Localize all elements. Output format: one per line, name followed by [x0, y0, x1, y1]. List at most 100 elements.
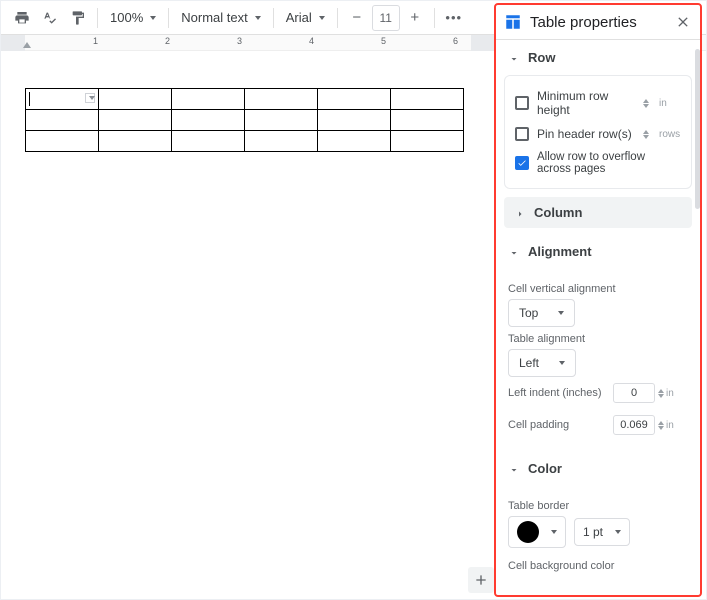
table-align-label: Table alignment: [508, 333, 688, 345]
section-color-header[interactable]: Color: [496, 451, 700, 486]
section-row-body: Minimum row height in Pin header row(s) …: [504, 75, 692, 189]
section-color-title: Color: [528, 461, 562, 476]
section-column-title: Column: [534, 205, 582, 220]
table-cell[interactable]: [99, 110, 172, 131]
panel-scrollbar[interactable]: [695, 49, 700, 209]
table-cell[interactable]: [26, 110, 99, 131]
left-indent-label: Left indent (inches): [508, 387, 602, 399]
left-indent-input[interactable]: [613, 383, 655, 403]
zoom-dropdown[interactable]: 100%: [104, 5, 162, 31]
min-row-height-checkbox[interactable]: [515, 96, 529, 110]
font-size-decrease[interactable]: −: [344, 5, 370, 31]
document-table[interactable]: [25, 88, 464, 152]
cell-valign-label: Cell vertical alignment: [508, 283, 688, 295]
pin-header-label: Pin header row(s): [537, 127, 632, 141]
table-cell[interactable]: [172, 110, 245, 131]
indent-marker[interactable]: [23, 42, 31, 48]
font-size-value[interactable]: 11: [372, 5, 400, 31]
table-row[interactable]: [26, 89, 464, 110]
table-row[interactable]: [26, 110, 464, 131]
chevron-right-icon: [514, 208, 524, 218]
table-align-select[interactable]: Left: [508, 349, 576, 377]
section-row-header[interactable]: Row: [496, 40, 700, 75]
left-indent-row: Left indent (inches) in: [508, 377, 688, 409]
chevron-down-icon: [508, 53, 518, 63]
pin-header-row: Pin header row(s) rows: [515, 122, 681, 146]
min-row-height-unit: in: [659, 98, 681, 109]
cell-menu-icon[interactable]: [85, 93, 95, 103]
cell-valign-value: Top: [519, 306, 538, 320]
pin-header-unit: rows: [659, 129, 681, 140]
cell-padding-row: Cell padding in: [508, 409, 688, 441]
table-cell[interactable]: [99, 89, 172, 110]
close-icon[interactable]: [674, 13, 692, 31]
paragraph-style-value: Normal text: [181, 10, 247, 25]
panel-title: Table properties: [530, 14, 637, 31]
print-icon[interactable]: [9, 5, 35, 31]
table-cell[interactable]: [318, 89, 391, 110]
overflow-row: Allow row to overflow across pages: [515, 146, 681, 180]
font-size-increase[interactable]: +: [402, 5, 428, 31]
font-family-value: Arial: [286, 10, 312, 25]
table-cell[interactable]: [99, 131, 172, 152]
table-cell[interactable]: [26, 131, 99, 152]
table-cell[interactable]: [245, 131, 318, 152]
zoom-value: 100%: [110, 10, 143, 25]
border-color-swatch: [517, 521, 539, 543]
table-cell[interactable]: [172, 89, 245, 110]
chevron-down-icon: [508, 247, 518, 257]
border-width-select[interactable]: 1 pt: [574, 518, 630, 546]
cell-valign-select[interactable]: Top: [508, 299, 575, 327]
cell-padding-input[interactable]: [613, 415, 655, 435]
pin-header-stepper[interactable]: [643, 130, 649, 139]
table-row[interactable]: [26, 131, 464, 152]
table-properties-panel: Table properties Row Minimum row height …: [496, 5, 700, 595]
ruler-num: 4: [309, 36, 314, 46]
text-cursor: [29, 92, 30, 106]
cell-padding-stepper[interactable]: [613, 415, 664, 435]
paragraph-style-dropdown[interactable]: Normal text: [175, 5, 266, 31]
more-toolbar-icon[interactable]: •••: [441, 5, 467, 31]
table-cell[interactable]: [26, 89, 99, 110]
explore-button[interactable]: [468, 567, 494, 593]
spellcheck-icon[interactable]: [37, 5, 63, 31]
table-cell[interactable]: [391, 110, 464, 131]
panel-header: Table properties: [496, 5, 700, 39]
ruler-num: 5: [381, 36, 386, 46]
overflow-label: Allow row to overflow across pages: [537, 151, 681, 175]
table-icon: [504, 13, 522, 31]
cell-padding-label: Cell padding: [508, 419, 569, 431]
table-align-value: Left: [519, 356, 539, 370]
paint-format-icon[interactable]: [65, 5, 91, 31]
min-row-height-label: Minimum row height: [537, 89, 635, 117]
table-cell[interactable]: [172, 131, 245, 152]
pin-header-checkbox[interactable]: [515, 127, 529, 141]
overflow-checkbox[interactable]: [515, 156, 529, 170]
table-cell[interactable]: [391, 131, 464, 152]
ruler-num: 3: [237, 36, 242, 46]
section-column-header[interactable]: Column: [504, 197, 692, 228]
section-alignment-header[interactable]: Alignment: [496, 234, 700, 269]
font-family-dropdown[interactable]: Arial: [280, 5, 331, 31]
border-width-value: 1 pt: [583, 525, 603, 539]
ruler-num: 2: [165, 36, 170, 46]
table-cell[interactable]: [245, 110, 318, 131]
table-cell[interactable]: [318, 110, 391, 131]
ruler-num: 6: [453, 36, 458, 46]
table-cell[interactable]: [391, 89, 464, 110]
chevron-down-icon: [508, 464, 518, 474]
table-cell[interactable]: [318, 131, 391, 152]
cell-bg-label: Cell background color: [508, 560, 688, 572]
document-area[interactable]: [1, 53, 498, 583]
section-color-body: Table border 1 pt Cell background color: [496, 486, 700, 586]
left-indent-stepper[interactable]: [613, 383, 664, 403]
min-row-height-row: Minimum row height in: [515, 84, 681, 122]
section-alignment-title: Alignment: [528, 244, 592, 259]
section-row-title: Row: [528, 50, 555, 65]
border-color-select[interactable]: [508, 516, 566, 548]
min-row-height-stepper[interactable]: [643, 99, 649, 108]
ruler-num: 1: [93, 36, 98, 46]
section-alignment-body: Cell vertical alignment Top Table alignm…: [496, 269, 700, 451]
page[interactable]: [1, 53, 498, 583]
table-cell[interactable]: [245, 89, 318, 110]
